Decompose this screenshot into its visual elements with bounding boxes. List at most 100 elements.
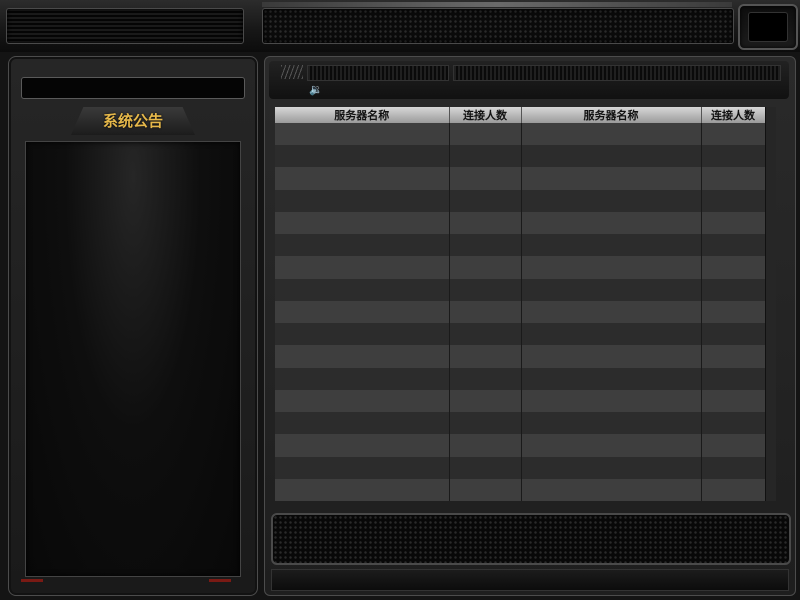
connections-cell[interactable] xyxy=(449,211,522,235)
server-name-cell[interactable] xyxy=(521,323,702,346)
connections-cell[interactable] xyxy=(701,234,766,257)
connections-cell[interactable] xyxy=(701,434,766,457)
server-name-cell[interactable] xyxy=(521,211,702,235)
connections-cell[interactable] xyxy=(449,234,522,257)
connections-cell[interactable] xyxy=(449,167,522,190)
connections-cell[interactable] xyxy=(449,189,522,212)
server-name-cell[interactable] xyxy=(275,234,450,257)
server-name-cell[interactable] xyxy=(521,145,702,168)
connections-cell[interactable] xyxy=(701,278,766,301)
server-name-cell[interactable] xyxy=(521,434,702,457)
connections-cell[interactable] xyxy=(701,256,766,279)
server-name-cell[interactable] xyxy=(275,300,450,324)
server-name-cell[interactable] xyxy=(275,278,450,301)
audio-bar: 🔉 xyxy=(269,61,789,99)
server-name-cell[interactable] xyxy=(275,256,450,279)
server-name-cell[interactable] xyxy=(275,323,450,346)
table-row[interactable] xyxy=(275,256,766,279)
server-name-cell[interactable] xyxy=(521,478,702,501)
speaker-icon[interactable]: 🔉 xyxy=(309,84,323,96)
column-header-server-name: 服务器名称 xyxy=(275,107,450,123)
connections-cell[interactable] xyxy=(449,478,522,501)
table-row[interactable] xyxy=(275,300,766,324)
server-name-cell[interactable] xyxy=(521,412,702,435)
server-name-cell[interactable] xyxy=(521,167,702,190)
server-name-cell[interactable] xyxy=(275,478,450,501)
table-row[interactable] xyxy=(275,345,766,368)
connections-cell[interactable] xyxy=(701,456,766,479)
server-name-cell[interactable] xyxy=(275,123,450,146)
connections-cell[interactable] xyxy=(449,456,522,479)
connections-cell[interactable] xyxy=(449,300,522,324)
connections-cell[interactable] xyxy=(449,256,522,279)
connections-cell[interactable] xyxy=(701,145,766,168)
table-row[interactable] xyxy=(275,278,766,301)
connections-cell[interactable] xyxy=(701,211,766,235)
connections-cell[interactable] xyxy=(449,345,522,368)
connections-cell[interactable] xyxy=(449,389,522,413)
top-right-display xyxy=(738,4,798,50)
connections-cell[interactable] xyxy=(701,300,766,324)
top-left-vent xyxy=(6,8,244,44)
table-row[interactable] xyxy=(275,389,766,413)
server-name-cell[interactable] xyxy=(275,456,450,479)
server-name-cell[interactable] xyxy=(275,211,450,235)
server-name-cell[interactable] xyxy=(275,345,450,368)
server-name-cell[interactable] xyxy=(275,189,450,212)
server-name-cell[interactable] xyxy=(275,412,450,435)
table-row[interactable] xyxy=(275,167,766,190)
connections-cell[interactable] xyxy=(701,478,766,501)
connections-cell[interactable] xyxy=(701,345,766,368)
server-list-table: 服务器名称 连接人数 服务器名称 连接人数 xyxy=(275,107,766,501)
server-name-cell[interactable] xyxy=(275,389,450,413)
connections-cell[interactable] xyxy=(449,323,522,346)
table-row[interactable] xyxy=(275,189,766,212)
server-name-cell[interactable] xyxy=(521,456,702,479)
led-indicator xyxy=(209,579,231,582)
server-name-cell[interactable] xyxy=(521,189,702,212)
connections-cell[interactable] xyxy=(701,412,766,435)
connections-cell[interactable] xyxy=(701,389,766,413)
table-row[interactable] xyxy=(275,456,766,479)
top-ridge xyxy=(262,2,732,7)
connections-cell[interactable] xyxy=(701,123,766,146)
connections-cell[interactable] xyxy=(701,367,766,390)
table-row[interactable] xyxy=(275,211,766,235)
server-name-cell[interactable] xyxy=(275,145,450,168)
server-name-cell[interactable] xyxy=(521,123,702,146)
server-name-cell[interactable] xyxy=(521,256,702,279)
connections-cell[interactable] xyxy=(701,167,766,190)
table-row[interactable] xyxy=(275,145,766,168)
connections-cell[interactable] xyxy=(449,412,522,435)
server-name-cell[interactable] xyxy=(521,300,702,324)
table-row[interactable] xyxy=(275,434,766,457)
connections-cell[interactable] xyxy=(449,434,522,457)
server-name-cell[interactable] xyxy=(275,434,450,457)
server-name-cell[interactable] xyxy=(521,278,702,301)
top-bar xyxy=(0,0,800,52)
notice-content-area[interactable] xyxy=(25,141,241,577)
table-row[interactable] xyxy=(275,412,766,435)
table-row[interactable] xyxy=(275,367,766,390)
connections-cell[interactable] xyxy=(449,367,522,390)
connections-cell[interactable] xyxy=(449,278,522,301)
top-right-screen xyxy=(748,12,788,42)
table-row[interactable] xyxy=(275,234,766,257)
server-name-cell[interactable] xyxy=(521,345,702,368)
connections-cell[interactable] xyxy=(701,189,766,212)
notice-title: 系统公告 xyxy=(102,112,163,130)
connections-cell[interactable] xyxy=(701,323,766,346)
server-name-cell[interactable] xyxy=(521,367,702,390)
audio-strip xyxy=(453,65,781,81)
server-name-cell[interactable] xyxy=(275,367,450,390)
column-header-connections: 连接人数 xyxy=(449,107,522,123)
table-row[interactable] xyxy=(275,478,766,501)
connections-cell[interactable] xyxy=(449,145,522,168)
table-row[interactable] xyxy=(275,323,766,346)
server-name-cell[interactable] xyxy=(521,234,702,257)
table-row[interactable] xyxy=(275,123,766,146)
table-scrollbar[interactable] xyxy=(765,107,776,501)
server-name-cell[interactable] xyxy=(521,389,702,413)
server-name-cell[interactable] xyxy=(275,167,450,190)
connections-cell[interactable] xyxy=(449,123,522,146)
